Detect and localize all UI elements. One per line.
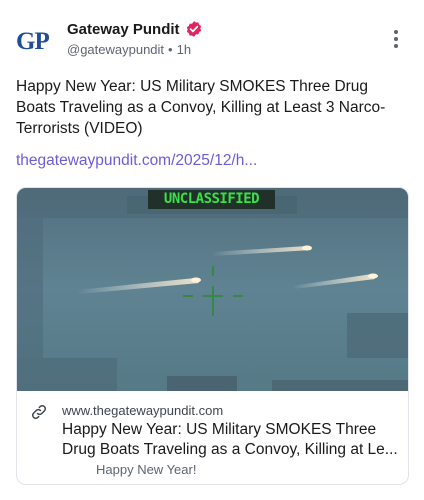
post-text: Happy New Year: US Military SMOKES Three… — [16, 78, 386, 137]
post-time[interactable]: 1h — [177, 42, 191, 57]
verified-badge-icon — [186, 21, 201, 37]
author-display-name[interactable]: Gateway Pundit — [67, 21, 180, 38]
author-handle[interactable]: @gatewaypundit — [67, 42, 164, 57]
card-description: Happy New Year! — [96, 462, 197, 477]
link-preview-card[interactable]: UNCLASSIFIED www.thegatewaypundit.com Ha… — [16, 187, 409, 485]
link-icon — [31, 404, 47, 420]
link-preview-meta: www.thegatewaypundit.com Happy New Year:… — [17, 391, 408, 484]
separator-dot: • — [168, 42, 173, 58]
more-vertical-icon — [388, 30, 404, 48]
card-domain: www.thegatewaypundit.com — [62, 403, 224, 418]
post-card: GP Gateway Pundit @gatewaypundit • 1h Happ… — [0, 0, 424, 500]
author-name-row: Gateway Pundit — [67, 20, 203, 38]
more-options-button[interactable] — [388, 28, 404, 50]
card-title: Happy New Year: US Military SMOKES Three… — [62, 421, 398, 458]
avatar-logo-text: GP — [16, 28, 50, 55]
preview-image[interactable] — [17, 188, 408, 391]
post-link[interactable]: thegatewaypundit.com/2025/12/h... — [16, 152, 257, 170]
avatar[interactable]: GP — [16, 22, 56, 62]
author-handle-row: @gatewaypundit • 1h — [67, 41, 191, 57]
image-label: UNCLASSIFIED — [163, 191, 260, 207]
